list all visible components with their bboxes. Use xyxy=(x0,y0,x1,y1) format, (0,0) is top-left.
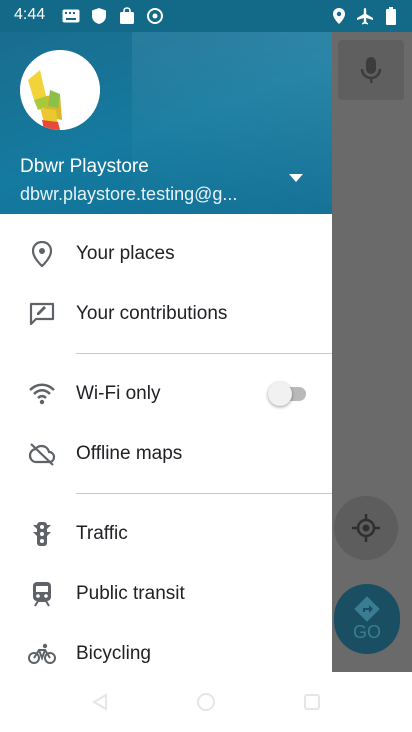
recents-button[interactable] xyxy=(300,690,324,714)
map-background xyxy=(332,32,412,672)
battery-icon xyxy=(382,7,400,25)
home-circle-icon xyxy=(197,693,215,711)
back-button[interactable] xyxy=(88,690,112,714)
keyboard-icon xyxy=(62,7,80,25)
home-button[interactable] xyxy=(194,690,218,714)
system-nav-bar xyxy=(0,672,412,732)
my-location-button[interactable] xyxy=(334,496,398,560)
menu-item-wifi-only[interactable]: Wi-Fi only xyxy=(0,366,332,422)
chevron-down-icon[interactable] xyxy=(286,170,306,186)
menu-label-offline-maps: Offline maps xyxy=(76,443,183,464)
status-time: 4:44 xyxy=(14,6,46,23)
menu-label-wifi-only: Wi-Fi only xyxy=(76,383,161,404)
airplane-icon xyxy=(356,7,374,25)
menu-item-your-places[interactable]: Your places xyxy=(0,226,332,282)
wifi-only-toggle[interactable] xyxy=(268,380,310,408)
voice-search-button[interactable] xyxy=(338,40,404,100)
bicycle-icon xyxy=(28,640,56,668)
train-icon xyxy=(28,580,56,608)
menu-label-public-transit: Public transit xyxy=(76,583,185,604)
sync-icon xyxy=(146,7,164,25)
shield-icon xyxy=(90,7,108,25)
edit-comment-icon xyxy=(28,300,56,328)
account-header: Dbwr Playstore dbwr.playstore.testing@g.… xyxy=(0,0,332,214)
menu-label-bicycling: Bicycling xyxy=(76,643,151,664)
go-label: GO xyxy=(352,621,381,642)
menu-item-your-contributions[interactable]: Your contributions xyxy=(0,286,332,342)
offline-cloud-icon xyxy=(28,440,56,468)
avatar[interactable] xyxy=(20,50,100,130)
menu-label-traffic: Traffic xyxy=(76,523,128,544)
directions-go-button[interactable]: GO xyxy=(334,584,400,654)
account-name: Dbwr Playstore xyxy=(20,156,149,177)
location-pin-icon xyxy=(28,240,56,268)
divider xyxy=(76,493,332,494)
back-triangle-icon xyxy=(92,693,107,711)
traffic-light-icon xyxy=(28,520,56,548)
menu-item-public-transit[interactable]: Public transit xyxy=(0,566,332,622)
shopping-bag-icon xyxy=(118,7,136,25)
menu-item-traffic[interactable]: Traffic xyxy=(0,506,332,562)
divider xyxy=(76,353,332,354)
avatar-image xyxy=(20,50,100,130)
menu-label-your-places: Your places xyxy=(76,243,175,264)
status-bar: 4:44 xyxy=(0,0,412,32)
account-email: dbwr.playstore.testing@g... xyxy=(20,184,238,204)
menu-label-your-contributions: Your contributions xyxy=(76,303,228,324)
wifi-icon xyxy=(28,380,56,408)
location-icon xyxy=(330,7,348,25)
menu-item-offline-maps[interactable]: Offline maps xyxy=(0,426,332,482)
recents-square-icon xyxy=(304,694,320,710)
microphone-icon xyxy=(360,57,382,83)
crosshair-icon xyxy=(352,514,380,542)
navigation-drawer: Dbwr Playstore dbwr.playstore.testing@g.… xyxy=(0,0,332,672)
directions-icon xyxy=(354,595,380,622)
